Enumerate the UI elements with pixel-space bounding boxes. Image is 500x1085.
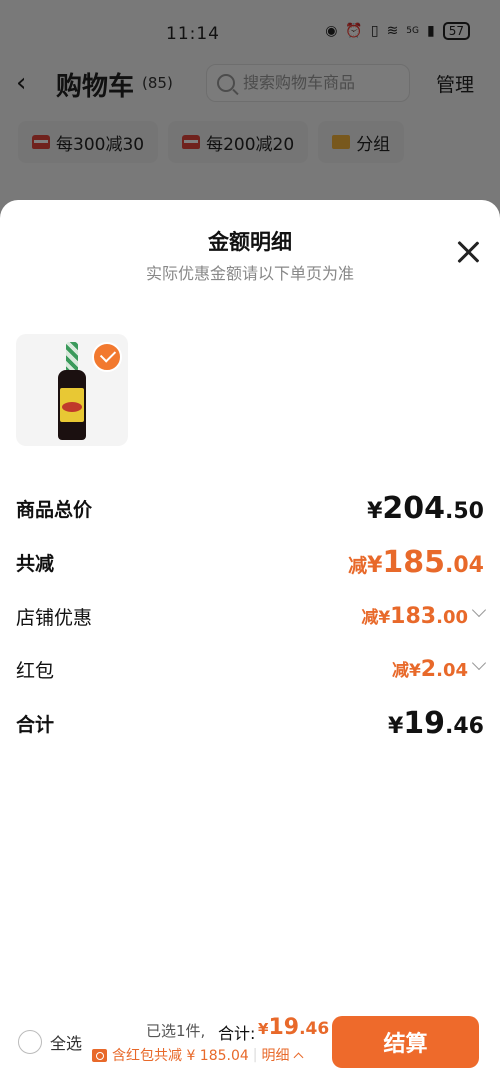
chevron-up-icon — [293, 1052, 303, 1062]
discount-summary-text: 含红包共减 ¥ 185.04 — [112, 1048, 249, 1064]
detail-toggle[interactable]: | 明细 — [253, 1045, 303, 1065]
selected-check-icon[interactable] — [92, 342, 122, 372]
sheet-subtitle: 实际优惠金额请以下单页为准 — [145, 264, 354, 283]
sum-value: ¥ 19 .46 — [387, 705, 484, 741]
selected-count: 已选1件, — [146, 1022, 206, 1040]
row-sum: 合计 ¥ 19 .46 — [16, 703, 484, 743]
row-total-price: 商品总价 ¥ 204 .50 — [16, 488, 484, 528]
discount-summary: 含红包共减 ¥ 185.04 | 明细 — [92, 1045, 303, 1065]
chevron-down-icon[interactable] — [471, 655, 487, 671]
chevron-down-icon[interactable] — [471, 602, 487, 618]
soy-sauce-bottle-image — [58, 342, 86, 440]
total-reduce-value: 减 ¥ 185 .04 — [348, 544, 484, 580]
sum-label: 合计 — [16, 713, 55, 736]
row-red-packet[interactable]: 红包 减 ¥ 2 .04 — [16, 649, 487, 689]
row-total-reduce: 共减 减 ¥ 185 .04 — [16, 542, 484, 582]
detail-label: 明细 — [261, 1048, 290, 1064]
store-discount-value: 减 ¥ 183 .00 — [361, 604, 468, 629]
close-icon[interactable] — [456, 240, 480, 264]
row-store-discount[interactable]: 店铺优惠 减 ¥ 183 .00 — [16, 596, 487, 636]
amount-detail-sheet: 金额明细 实际优惠金额请以下单页为准 商品总价 ¥ 204 .50 共减 减 ¥… — [0, 200, 500, 1085]
total-price-value: ¥ 204 .50 — [367, 490, 484, 526]
total-amount: ¥19.46 — [258, 1015, 330, 1040]
total-label: 合计: — [218, 1024, 256, 1043]
red-packet-value: 减 ¥ 2 .04 — [391, 657, 468, 682]
select-all-label[interactable]: 全选 — [50, 1030, 82, 1054]
total-reduce-label: 共减 — [16, 552, 55, 575]
sheet-title: 金额明细 — [208, 230, 292, 254]
total-price-label: 商品总价 — [16, 498, 93, 521]
checkout-bar: 全选 已选1件, 合计: ¥19.46 含红包共减 ¥ 185.04 | 明细 … — [0, 1008, 500, 1085]
select-all-radio[interactable] — [18, 1030, 42, 1054]
red-packet-label: 红包 — [16, 659, 55, 682]
store-discount-label: 店铺优惠 — [16, 606, 93, 629]
red-packet-icon — [92, 1048, 107, 1062]
checkout-button[interactable]: 结算 — [332, 1016, 479, 1068]
